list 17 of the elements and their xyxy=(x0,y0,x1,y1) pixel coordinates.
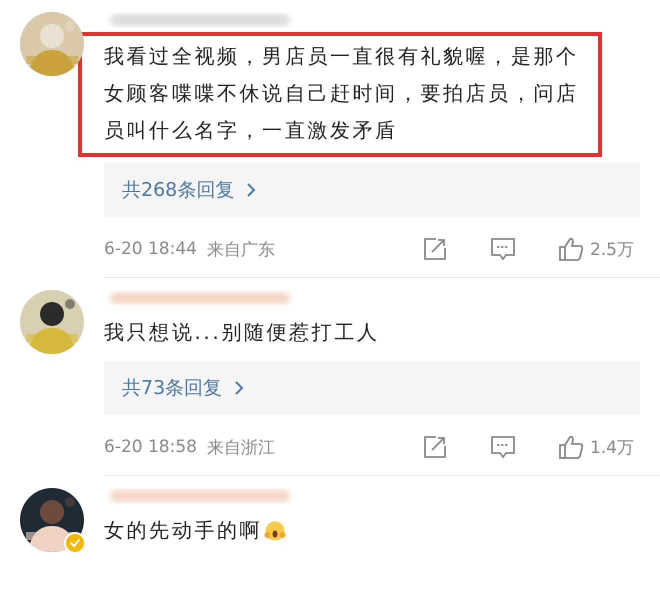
like-count: 1.4万 xyxy=(590,436,634,458)
thumbs-up-icon[interactable] xyxy=(558,434,584,460)
comment-location: 来自浙江 xyxy=(206,436,275,458)
comment-location: 来自广东 xyxy=(206,238,275,260)
like-count: 2.5万 xyxy=(590,238,634,260)
comment-text: 我看过全视频，男店员一直很有礼貌喔，是那个女顾客喋喋不休说自己赶时间，要拍店员，问店员叫什么名字，一直激发矛盾 xyxy=(104,43,580,144)
share-icon[interactable] xyxy=(422,236,448,262)
comment-icon[interactable] xyxy=(490,236,516,262)
replies-link[interactable]: 共73条回复 xyxy=(104,361,640,415)
replies-link[interactable]: 共268条回复 xyxy=(104,163,640,217)
comment-time: 6-20 18:58 xyxy=(104,437,197,457)
thumbs-up-icon[interactable] xyxy=(558,236,584,262)
comment-time: 6-20 18:44 xyxy=(104,239,197,259)
share-icon[interactable] xyxy=(422,434,448,460)
comment-text: 我只想说...别随便惹打工人 xyxy=(104,319,380,346)
comment-icon[interactable] xyxy=(490,434,516,460)
comment-text: 女的先动手的啊 xyxy=(104,517,262,544)
